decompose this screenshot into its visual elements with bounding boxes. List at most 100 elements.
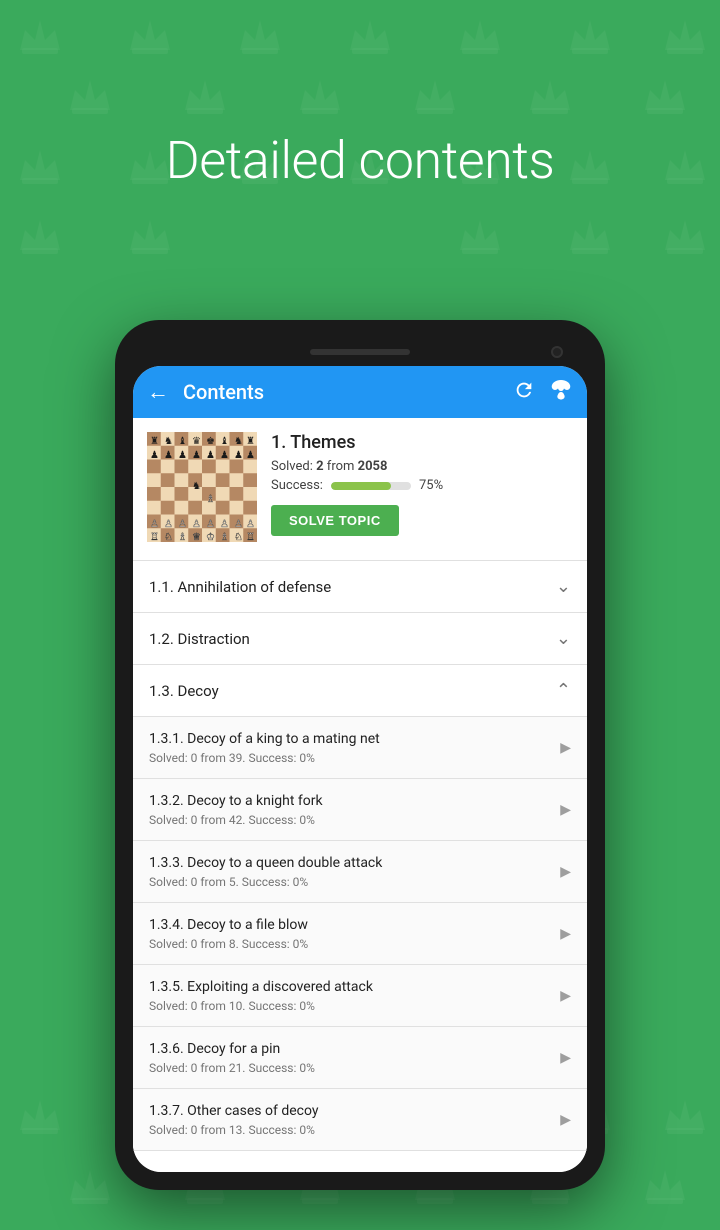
arrow-right-icon: ▶ — [560, 1050, 571, 1066]
refresh-icon[interactable] — [513, 379, 535, 406]
list-item-1-3-7-title: 1.3.7. Other cases of decoy — [149, 1102, 552, 1120]
list-item-1-3-3-content: 1.3.3. Decoy to a queen double attack So… — [149, 854, 552, 888]
app-bar-title: Contents — [183, 380, 499, 404]
list-item-1-3-7[interactable]: 1.3.7. Other cases of decoy Solved: 0 fr… — [133, 1089, 587, 1151]
svg-text:♙: ♙ — [164, 519, 173, 530]
phone-speaker — [310, 349, 410, 355]
section-1-3[interactable]: 1.3. Decoy ⌃ — [133, 665, 587, 717]
list-item-1-3-1-content: 1.3.1. Decoy of a king to a mating net S… — [149, 730, 552, 764]
svg-text:♞: ♞ — [192, 481, 201, 492]
list-item-1-3-5-subtitle: Solved: 0 from 10. Success: 0% — [149, 999, 552, 1013]
svg-text:♙: ♙ — [150, 519, 159, 530]
topic-card: ♜ ♞ ♝ ♛ ♚ ♝ ♞ ♜ ♟ ♟ ♟ ♟ ♟ ♟ — [133, 418, 587, 561]
svg-text:♟: ♟ — [234, 450, 243, 461]
list-item-1-3-2-subtitle: Solved: 0 from 42. Success: 0% — [149, 813, 552, 827]
success-label: Success: — [271, 478, 323, 493]
phone-frame: ← Contents — [115, 320, 605, 1190]
svg-text:♛: ♛ — [192, 436, 201, 447]
list-item-1-3-2[interactable]: 1.3.2. Decoy to a knight fork Solved: 0 … — [133, 779, 587, 841]
svg-text:♚: ♚ — [206, 436, 215, 447]
list-item-1-3-1-subtitle: Solved: 0 from 39. Success: 0% — [149, 751, 552, 765]
svg-text:♘: ♘ — [164, 532, 173, 542]
phone-notch — [133, 338, 587, 366]
list-item-1-3-5[interactable]: 1.3.5. Exploiting a discovered attack So… — [133, 965, 587, 1027]
svg-text:♖: ♖ — [246, 532, 255, 542]
list-item-1-3-3-title: 1.3.3. Decoy to a queen double attack — [149, 854, 552, 872]
section-1-2[interactable]: 1.2. Distraction ⌄ — [133, 613, 587, 665]
svg-text:♟: ♟ — [178, 450, 187, 461]
svg-text:♟: ♟ — [220, 450, 229, 461]
topic-success-row: Success: 75% — [271, 478, 573, 493]
list-item-1-3-4-title: 1.3.4. Decoy to a file blow — [149, 916, 552, 934]
list-item-1-3-6-subtitle: Solved: 0 from 21. Success: 0% — [149, 1061, 552, 1075]
svg-text:♗: ♗ — [206, 494, 215, 505]
svg-text:♗: ♗ — [178, 532, 187, 542]
svg-text:♟: ♟ — [246, 450, 255, 461]
solve-topic-button[interactable]: SOLVE TOPIC — [271, 505, 399, 536]
phone-camera — [551, 346, 563, 358]
svg-text:♝: ♝ — [220, 436, 229, 447]
arrow-right-icon: ▶ — [560, 926, 571, 942]
list-item-1-3-5-title: 1.3.5. Exploiting a discovered attack — [149, 978, 552, 996]
page-title: Detailed contents — [0, 130, 720, 191]
svg-text:♔: ♔ — [206, 532, 215, 542]
list-item-1-3-1[interactable]: 1.3.1. Decoy of a king to a mating net S… — [133, 717, 587, 779]
svg-text:♙: ♙ — [178, 519, 187, 530]
phone-screen: ← Contents — [133, 366, 587, 1172]
svg-text:♟: ♟ — [206, 450, 215, 461]
list-item-1-3-6-content: 1.3.6. Decoy for a pin Solved: 0 from 21… — [149, 1040, 552, 1074]
svg-text:♕: ♕ — [192, 532, 201, 542]
svg-text:♝: ♝ — [178, 436, 187, 447]
list-item-1-3-1-title: 1.3.1. Decoy of a king to a mating net — [149, 730, 552, 748]
chevron-down-icon: ⌄ — [556, 628, 571, 649]
svg-text:♞: ♞ — [234, 436, 243, 447]
solved-count: 2 — [316, 459, 323, 474]
list-item-1-3-6-title: 1.3.6. Decoy for a pin — [149, 1040, 552, 1058]
svg-text:♙: ♙ — [220, 519, 229, 530]
svg-text:♟: ♟ — [192, 450, 201, 461]
section-1-1[interactable]: 1.1. Annihilation of defense ⌄ — [133, 561, 587, 613]
list-item-1-3-5-content: 1.3.5. Exploiting a discovered attack So… — [149, 978, 552, 1012]
success-percent: 75% — [419, 478, 443, 493]
list-item-1-3-7-subtitle: Solved: 0 from 13. Success: 0% — [149, 1123, 552, 1137]
svg-text:♙: ♙ — [246, 519, 255, 530]
butterfly-icon[interactable] — [549, 378, 573, 407]
svg-text:♙: ♙ — [192, 519, 201, 530]
svg-text:♜: ♜ — [246, 436, 255, 447]
topic-title: 1. Themes — [271, 432, 573, 453]
back-button[interactable]: ← — [147, 379, 169, 405]
solved-total: 2058 — [358, 459, 388, 474]
arrow-right-icon: ▶ — [560, 1112, 571, 1128]
back-arrow-icon: ← — [147, 379, 169, 405]
app-bar-actions — [513, 378, 573, 407]
list-item-1-3-4-content: 1.3.4. Decoy to a file blow Solved: 0 fr… — [149, 916, 552, 950]
section-1-2-title: 1.2. Distraction — [149, 630, 556, 648]
svg-text:♘: ♘ — [234, 532, 243, 542]
arrow-right-icon: ▶ — [560, 740, 571, 756]
svg-text:♟: ♟ — [164, 450, 173, 461]
arrow-right-icon: ▶ — [560, 802, 571, 818]
list-item-1-3-2-title: 1.3.2. Decoy to a knight fork — [149, 792, 552, 810]
progress-bar-fill — [331, 482, 391, 490]
chevron-down-icon: ⌄ — [556, 576, 571, 597]
svg-text:♙: ♙ — [234, 519, 243, 530]
list-item-1-3-7-content: 1.3.7. Other cases of decoy Solved: 0 fr… — [149, 1102, 552, 1136]
svg-text:♖: ♖ — [150, 532, 159, 542]
section-1-3-title: 1.3. Decoy — [149, 682, 556, 700]
chevron-up-icon: ⌃ — [556, 680, 571, 701]
svg-text:♗: ♗ — [220, 532, 229, 542]
section-1-1-title: 1.1. Annihilation of defense — [149, 578, 556, 596]
list-item-1-3-4[interactable]: 1.3.4. Decoy to a file blow Solved: 0 fr… — [133, 903, 587, 965]
list-item-1-3-3[interactable]: 1.3.3. Decoy to a queen double attack So… — [133, 841, 587, 903]
svg-text:♞: ♞ — [164, 436, 173, 447]
list-item-1-3-6[interactable]: 1.3.6. Decoy for a pin Solved: 0 from 21… — [133, 1027, 587, 1089]
progress-bar-bg — [331, 482, 411, 490]
chess-thumbnail: ♜ ♞ ♝ ♛ ♚ ♝ ♞ ♜ ♟ ♟ ♟ ♟ ♟ ♟ — [147, 432, 257, 546]
content-area: ♜ ♞ ♝ ♛ ♚ ♝ ♞ ♜ ♟ ♟ ♟ ♟ ♟ ♟ — [133, 418, 587, 1172]
list-item-1-3-4-subtitle: Solved: 0 from 8. Success: 0% — [149, 937, 552, 951]
topic-info: 1. Themes Solved: 2 from 2058 Success: 7… — [271, 432, 573, 546]
list-item-1-3-2-content: 1.3.2. Decoy to a knight fork Solved: 0 … — [149, 792, 552, 826]
svg-text:♜: ♜ — [150, 436, 159, 447]
arrow-right-icon: ▶ — [560, 988, 571, 1004]
list-item-1-3-3-subtitle: Solved: 0 from 5. Success: 0% — [149, 875, 552, 889]
